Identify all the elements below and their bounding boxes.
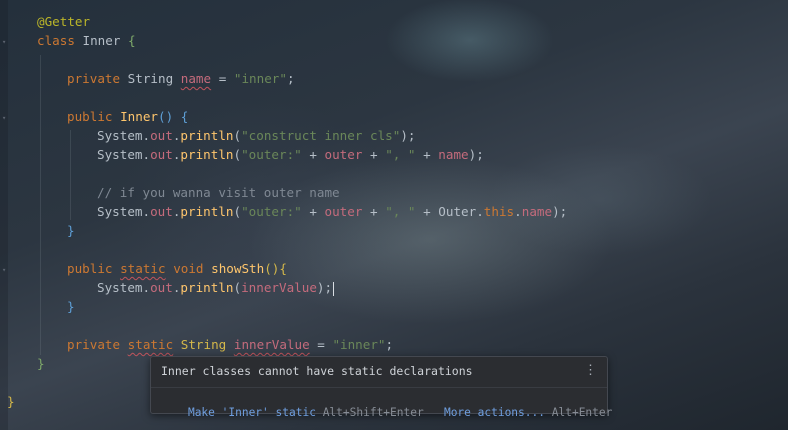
keyword-this: this xyxy=(483,204,515,219)
code-line[interactable]: public Inner() { xyxy=(0,107,788,126)
code-line[interactable]: // if you wanna visit outer name xyxy=(0,183,788,202)
method-parens: (){ xyxy=(264,261,287,276)
field-name: name xyxy=(180,71,212,86)
close-paren: ); xyxy=(316,280,333,295)
keyword-private: private xyxy=(67,337,121,352)
popup-message: Inner classes cannot have static declara… xyxy=(161,364,473,378)
out-field: out xyxy=(150,204,173,219)
field-inner-value: innerValue xyxy=(233,337,310,352)
outer-field: outer xyxy=(324,204,363,219)
fold-marker-icon[interactable]: ▾ xyxy=(2,39,7,46)
open-brace: { xyxy=(120,33,136,48)
println-call: println xyxy=(180,128,234,143)
inner-value-ref: innerValue xyxy=(241,280,317,295)
system-ref: System. xyxy=(97,280,151,295)
system-ref: System. xyxy=(97,204,151,219)
code-line[interactable]: class Inner { xyxy=(0,31,788,50)
text-caret xyxy=(333,281,335,296)
operator-assign: = xyxy=(309,337,333,352)
out-field: out xyxy=(150,280,173,295)
operator-plus: + xyxy=(362,147,386,162)
semicolon: ; xyxy=(385,337,394,352)
fold-marker-icon[interactable]: ▾ xyxy=(2,115,7,122)
string-literal: "outer:" xyxy=(241,204,302,219)
code-line-empty[interactable] xyxy=(0,50,788,69)
close-paren: ); xyxy=(400,128,416,143)
make-inner-static-action[interactable]: Make 'Inner' static xyxy=(188,406,316,419)
fix-shortcut: Alt+Shift+Enter xyxy=(322,406,424,419)
keyword-void: void xyxy=(173,261,204,276)
class-name: Inner xyxy=(82,33,121,48)
operator-plus: + xyxy=(362,204,386,219)
fold-marker-icon[interactable]: ▾ xyxy=(2,267,7,274)
code-editor[interactable]: @Getter class Inner { private String nam… xyxy=(0,12,788,411)
operator-plus: + xyxy=(301,147,325,162)
keyword-class: class xyxy=(37,33,75,48)
operator-plus: + xyxy=(415,147,439,162)
system-ref: System. xyxy=(97,147,151,162)
operator-plus: + xyxy=(415,204,439,219)
code-line-empty[interactable] xyxy=(0,88,788,107)
keyword-private: private xyxy=(67,71,121,86)
code-line[interactable]: @Getter xyxy=(0,12,788,31)
code-line[interactable]: System.out.println(innerValue); xyxy=(0,278,788,297)
inspection-popup: Inner classes cannot have static declara… xyxy=(150,356,612,419)
close-brace: } xyxy=(67,223,75,238)
string-literal: ", " xyxy=(385,147,416,162)
code-line[interactable]: private String name = "inner"; xyxy=(0,69,788,88)
keyword-static: static xyxy=(120,261,166,276)
keyword-static: static xyxy=(127,337,174,352)
semicolon: ; xyxy=(286,71,295,86)
more-actions-shortcut: Alt+Enter xyxy=(551,406,613,419)
code-line[interactable]: System.out.println("outer:" + outer + ",… xyxy=(0,145,788,164)
code-line[interactable]: System.out.println("outer:" + outer + ",… xyxy=(0,202,788,221)
close-paren: ); xyxy=(552,204,568,219)
type-string: String xyxy=(180,337,227,352)
annotation-getter: @Getter xyxy=(37,14,91,29)
close-brace: } xyxy=(7,394,15,409)
string-literal: ", " xyxy=(385,204,416,219)
code-line-empty[interactable] xyxy=(0,316,788,335)
name-field: name xyxy=(438,147,469,162)
constructor-name: Inner xyxy=(120,109,159,124)
outer-field: outer xyxy=(324,147,363,162)
operator-assign: = xyxy=(211,71,234,86)
out-field: out xyxy=(150,128,173,143)
code-line[interactable]: public static void showSth(){ xyxy=(0,259,788,278)
println-call: println xyxy=(180,147,234,162)
code-line[interactable]: System.out.println("construct inner cls"… xyxy=(0,126,788,145)
popup-divider xyxy=(151,387,607,388)
println-call: println xyxy=(180,204,234,219)
keyword-public: public xyxy=(67,109,113,124)
constructor-parens: () { xyxy=(158,109,189,124)
outer-class-ref: Outer xyxy=(438,204,477,219)
close-brace: } xyxy=(37,356,45,371)
name-field: name xyxy=(521,204,553,219)
code-line-empty[interactable] xyxy=(0,240,788,259)
more-actions-link[interactable]: More actions... xyxy=(444,406,545,419)
code-line-empty[interactable] xyxy=(0,164,788,183)
out-field: out xyxy=(150,147,173,162)
close-paren: ); xyxy=(468,147,484,162)
string-literal: "outer:" xyxy=(241,147,302,162)
code-line[interactable]: } xyxy=(0,297,788,316)
operator-plus: + xyxy=(301,204,325,219)
string-literal: "construct inner cls" xyxy=(241,128,401,143)
string-literal: "inner" xyxy=(233,71,287,86)
method-name: showSth xyxy=(211,261,265,276)
code-line[interactable]: } xyxy=(0,221,788,240)
println-call: println xyxy=(180,280,234,295)
code-line[interactable]: private static String innerValue = "inne… xyxy=(0,335,788,354)
system-ref: System. xyxy=(97,128,151,143)
comment: // if you wanna visit outer name xyxy=(97,185,340,200)
close-brace: } xyxy=(67,299,75,314)
type-string: String xyxy=(127,71,174,86)
keyword-public: public xyxy=(67,261,113,276)
vertical-dots-icon[interactable]: ⋮ xyxy=(584,363,597,378)
string-literal: "inner" xyxy=(332,337,386,352)
